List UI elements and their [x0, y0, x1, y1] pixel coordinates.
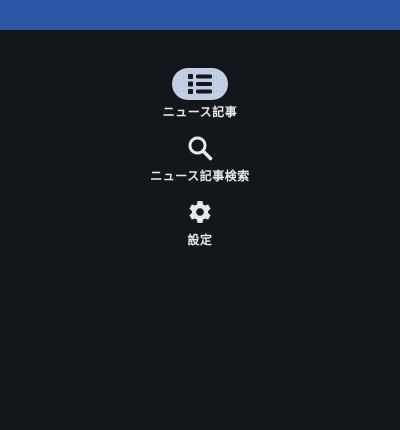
nav-item-label: ニュース記事 — [162, 105, 238, 119]
active-indicator — [172, 68, 228, 100]
search-icon — [188, 136, 213, 161]
gear-icon — [189, 201, 211, 223]
nav-item-settings[interactable]: 設定 — [0, 196, 400, 248]
indicator — [172, 196, 228, 228]
nav-item-label: 設定 — [187, 233, 213, 247]
indicator — [172, 132, 228, 164]
list-icon — [188, 74, 212, 94]
nav-item-label: ニュース記事検索 — [150, 169, 250, 183]
nav-item-news-search[interactable]: ニュース記事検索 — [0, 132, 400, 184]
top-app-bar — [0, 0, 400, 30]
nav-item-news-articles[interactable]: ニュース記事 — [0, 68, 400, 120]
navigation-rail: ニュース記事 ニュース記事検索 設定 — [0, 30, 400, 430]
